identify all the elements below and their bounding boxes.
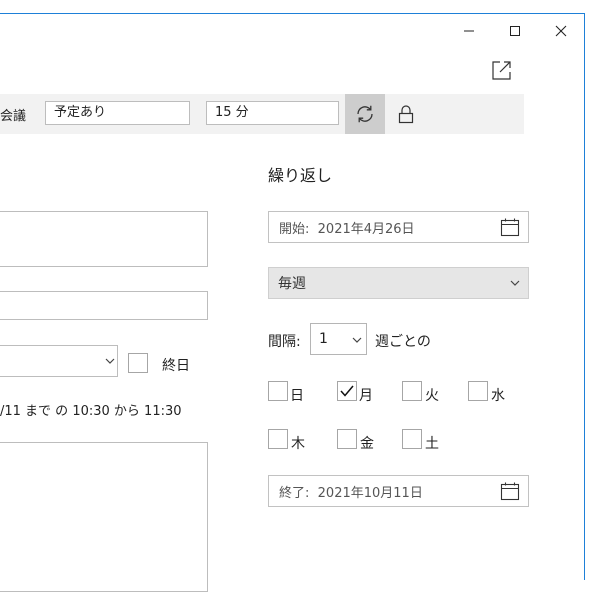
day-label-sun: 日 (290, 388, 304, 404)
chevron-down-icon (105, 358, 115, 364)
close-icon (555, 25, 567, 37)
notes-field[interactable] (0, 442, 208, 592)
show-as-select[interactable]: 予定あり (45, 101, 190, 125)
end-date-field[interactable]: 終了: 2021年10月11日 (268, 475, 529, 507)
lock-icon (398, 105, 414, 124)
start-date-value: 2021年4月26日 (317, 221, 415, 237)
start-date-field[interactable]: 開始: 2021年4月26日 (268, 211, 529, 243)
popout-button[interactable] (490, 58, 514, 82)
minimize-button[interactable] (446, 18, 492, 44)
window-border-right (584, 13, 585, 580)
reminder-select[interactable]: 15 分 (206, 101, 339, 125)
interval-suffix: 週ごとの (375, 334, 431, 350)
day-checkbox-mon[interactable] (337, 381, 357, 401)
day-checkbox-fri[interactable] (337, 429, 357, 449)
attendee-field[interactable] (0, 291, 208, 320)
day-label-tue: 火 (425, 388, 439, 404)
checkmark-icon (340, 385, 354, 397)
day-label-wed: 水 (491, 388, 505, 404)
interval-value: 1 (319, 331, 328, 347)
day-checkbox-tue[interactable] (402, 381, 422, 401)
sync-icon (357, 105, 373, 123)
end-date-value: 2021年10月11日 (317, 485, 423, 501)
maximize-icon (510, 26, 520, 36)
start-date-label: 開始: (279, 221, 310, 237)
day-checkbox-wed[interactable] (468, 381, 488, 401)
repeat-button[interactable] (345, 94, 385, 134)
interval-select[interactable]: 1 (310, 323, 367, 355)
category-label[interactable]: 会議 (0, 105, 26, 124)
day-label-sat: 土 (425, 436, 439, 452)
minimize-icon (464, 30, 474, 32)
day-checkbox-sun[interactable] (268, 381, 288, 401)
day-label-fri: 金 (360, 436, 374, 452)
close-button[interactable] (538, 18, 584, 44)
day-label-thu: 木 (291, 436, 305, 452)
calendar-icon (500, 218, 520, 236)
recurrence-pattern-value: 毎週 (278, 276, 306, 292)
end-date-label: 終了: (279, 485, 310, 501)
chevron-down-icon (510, 280, 520, 286)
day-checkbox-sat[interactable] (402, 429, 422, 449)
private-button[interactable] (393, 101, 419, 127)
maximize-button[interactable] (492, 18, 538, 44)
interval-label: 間隔: (268, 334, 301, 350)
recurrence-summary: /11 まで の 10:30 から 11:30 (0, 404, 182, 419)
location-field[interactable] (0, 211, 208, 267)
popout-icon (492, 61, 511, 80)
allday-checkbox[interactable] (128, 353, 148, 373)
window-border-top (0, 13, 585, 14)
allday-label: 終日 (162, 358, 190, 374)
recurrence-pattern-select[interactable]: 毎週 (268, 267, 529, 299)
day-label-mon: 月 (359, 388, 373, 404)
end-time-select[interactable] (0, 345, 118, 377)
calendar-icon (500, 482, 520, 500)
chevron-down-icon (352, 337, 362, 343)
recurrence-title: 繰り返し (268, 166, 333, 185)
day-checkbox-thu[interactable] (268, 429, 288, 449)
